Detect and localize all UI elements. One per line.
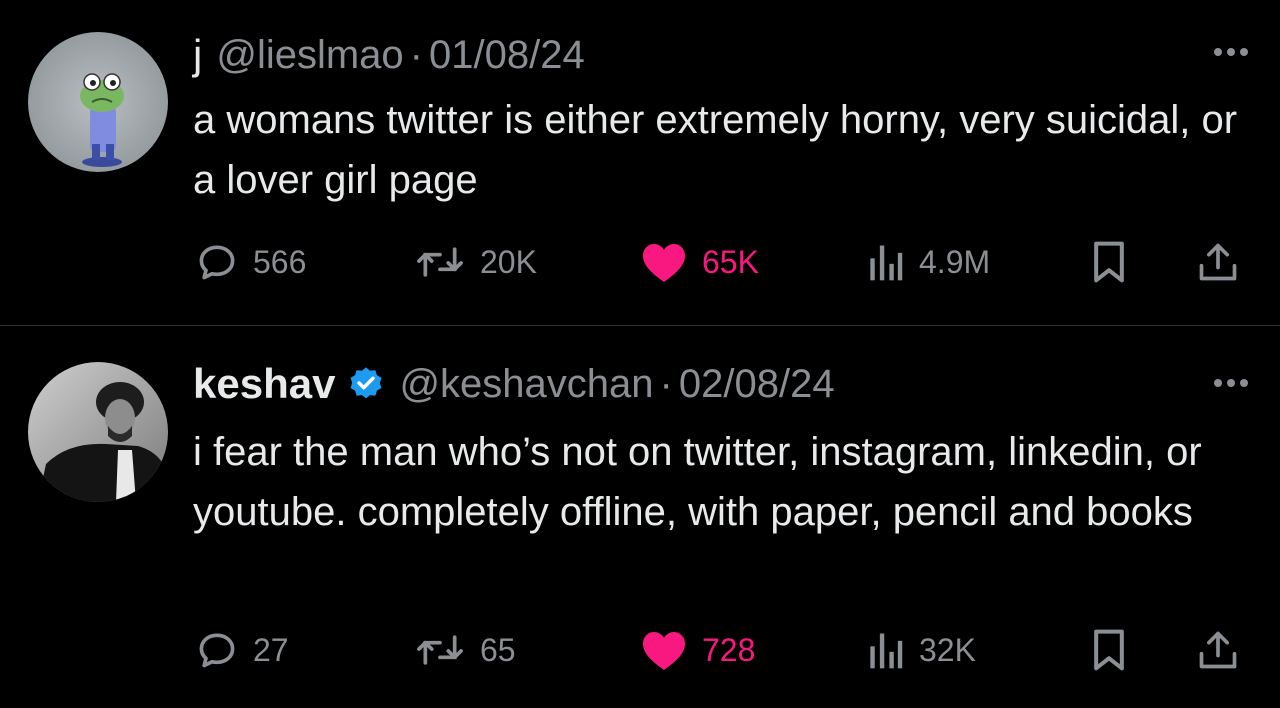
display-name[interactable]: j bbox=[193, 31, 202, 79]
more-dots-icon[interactable] bbox=[1214, 48, 1248, 56]
separator-dot: · bbox=[659, 361, 673, 406]
heart-icon bbox=[643, 632, 685, 670]
tweet[interactable]: j @lieslmao · 01/08/24 a womans twitter … bbox=[0, 0, 1280, 326]
tweet-divider bbox=[0, 325, 1280, 326]
bar-chart-icon bbox=[870, 633, 903, 669]
reply-count: 27 bbox=[253, 631, 289, 668]
repost-count: 20K bbox=[480, 243, 537, 280]
views-button[interactable]: 32K bbox=[865, 625, 976, 675]
like-count: 728 bbox=[702, 631, 756, 668]
tweet-date[interactable]: 02/08/24 bbox=[679, 362, 835, 407]
tweet[interactable]: keshav @keshavchan · 02/08/24 i fear the… bbox=[0, 327, 1280, 708]
views-count: 4.9M bbox=[919, 243, 991, 280]
display-name[interactable]: keshav bbox=[193, 360, 335, 408]
tweet-actions: 566 20K 65K 4.9M bbox=[0, 237, 1280, 287]
repost-arrows-icon bbox=[417, 247, 463, 277]
bookmark-icon bbox=[1094, 629, 1124, 671]
share-button[interactable] bbox=[1196, 625, 1240, 675]
repost-button[interactable]: 65 bbox=[414, 625, 516, 675]
reply-button[interactable]: 27 bbox=[195, 625, 289, 675]
speech-bubble-icon bbox=[199, 633, 235, 668]
repost-count: 65 bbox=[480, 631, 516, 668]
bar-chart-icon bbox=[870, 245, 903, 281]
separator-dot: · bbox=[409, 32, 423, 77]
repost-button[interactable]: 20K bbox=[414, 237, 537, 287]
reply-button[interactable]: 566 bbox=[195, 237, 306, 287]
speech-bubble-icon bbox=[199, 245, 235, 280]
tweet-header: keshav @keshavchan · 02/08/24 bbox=[193, 357, 835, 411]
share-button[interactable] bbox=[1196, 237, 1240, 287]
frog-avatar-image bbox=[28, 32, 168, 172]
verified-badge-icon bbox=[350, 367, 382, 399]
like-button[interactable]: 65K bbox=[640, 237, 759, 287]
user-handle[interactable]: @keshavchan bbox=[399, 362, 653, 407]
like-button[interactable]: 728 bbox=[640, 625, 755, 675]
share-upload-icon bbox=[1199, 631, 1237, 669]
avatar[interactable] bbox=[28, 362, 168, 502]
avatar[interactable] bbox=[28, 32, 168, 172]
views-count: 32K bbox=[919, 631, 976, 668]
share-upload-icon bbox=[1199, 243, 1237, 281]
repost-arrows-icon bbox=[417, 635, 463, 665]
bookmark-button[interactable] bbox=[1090, 625, 1128, 675]
reply-count: 566 bbox=[253, 243, 307, 280]
heart-icon bbox=[643, 244, 685, 282]
tweet-actions: 27 65 728 32K bbox=[0, 625, 1280, 675]
bookmark-icon bbox=[1094, 241, 1124, 283]
man-avatar-image bbox=[28, 362, 168, 502]
like-count: 65K bbox=[702, 243, 759, 280]
tweet-text: a womans twitter is either extremely hor… bbox=[193, 98, 1238, 202]
more-dots-icon[interactable] bbox=[1214, 379, 1248, 387]
tweet-text: i fear the man who’s not on twitter, ins… bbox=[193, 430, 1202, 534]
tweet-header: j @lieslmao · 01/08/24 bbox=[193, 28, 585, 82]
user-handle[interactable]: @lieslmao bbox=[216, 33, 403, 78]
tweet-date[interactable]: 01/08/24 bbox=[429, 33, 585, 78]
views-button[interactable]: 4.9M bbox=[865, 237, 990, 287]
bookmark-button[interactable] bbox=[1090, 237, 1128, 287]
